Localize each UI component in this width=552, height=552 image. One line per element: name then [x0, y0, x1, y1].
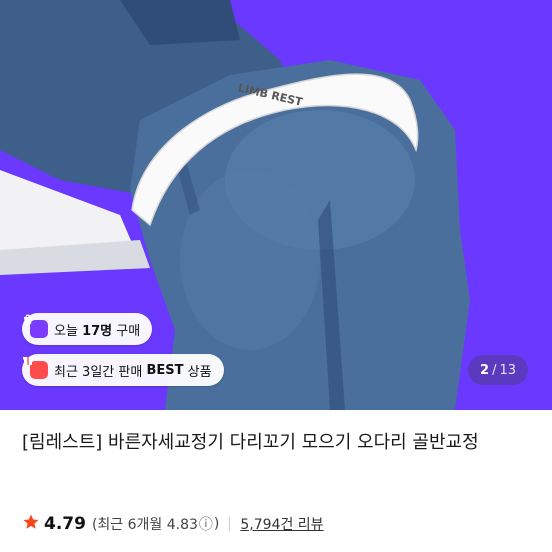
best-label: BEST: [146, 362, 184, 378]
product-image[interactable]: LIMB REST 오늘 17명 구매 최근 3일간 판매 BEST 상품 2 …: [0, 0, 552, 410]
shopping-bag-icon: [24, 314, 48, 338]
today-purchase-badge: 오늘 17명 구매: [22, 313, 153, 345]
page-separator: /: [492, 362, 497, 378]
today-prefix: 오늘: [54, 323, 78, 339]
best-suffix: 상품: [187, 364, 212, 380]
gift-icon: [23, 357, 48, 379]
total-pages: 13: [499, 362, 516, 378]
image-page-indicator: 2 / 13: [468, 355, 528, 385]
divider: [229, 517, 231, 531]
best-seller-badge: 최근 3일간 판매 BEST 상품: [22, 354, 224, 386]
current-page: 2: [480, 362, 490, 378]
today-suffix: 구매: [116, 323, 141, 339]
star-icon: [22, 513, 40, 535]
review-count-link[interactable]: 5,794건 리뷰: [240, 514, 323, 534]
recent-rating-close: ): [213, 516, 220, 532]
today-count: 17명: [82, 323, 113, 339]
best-prefix: 최근 3일간 판매: [54, 364, 143, 380]
product-title: [림레스트] 바른자세교정기 다리꼬기 모으기 오다리 골반교정: [22, 432, 479, 453]
product-photo: LIMB REST: [0, 0, 470, 410]
rating-score: 4.79: [44, 514, 86, 534]
rating-row: 4.79 (최근 6개월 4.83 ⓘ ) 5,794건 리뷰: [22, 510, 324, 538]
info-icon[interactable]: ⓘ: [199, 514, 213, 534]
recent-rating: (최근 6개월 4.83: [91, 517, 198, 533]
